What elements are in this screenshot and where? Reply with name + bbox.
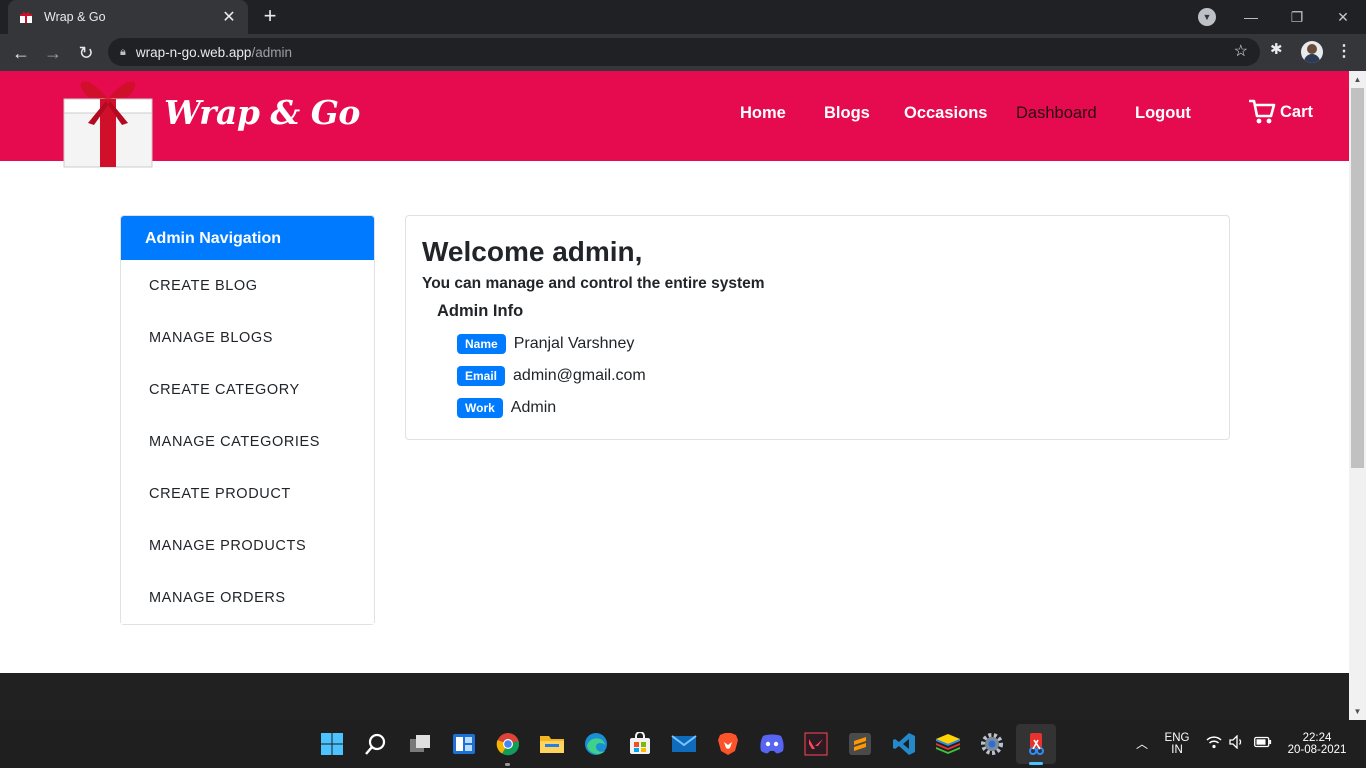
admin-navigation-title: Admin Navigation	[121, 216, 374, 260]
info-row-name: Name Pranjal Varshney	[457, 334, 634, 354]
admin-navigation-panel: Admin Navigation CREATE BLOG MANAGE BLOG…	[120, 215, 375, 625]
active-app-indicator	[1029, 762, 1043, 765]
brand-logo-text[interactable]: Wrap & Go	[164, 93, 360, 132]
windows-start-icon[interactable]	[317, 729, 347, 759]
gift-logo-icon[interactable]	[58, 73, 158, 169]
scroll-down-icon[interactable]: ▼	[1349, 703, 1366, 720]
reload-icon[interactable]: ↻	[73, 40, 99, 66]
bookmark-star-icon[interactable]: ☆	[1234, 41, 1248, 61]
nav-blogs[interactable]: Blogs	[824, 104, 870, 123]
window-controls: — ❐ ✕	[1228, 0, 1366, 34]
welcome-subtitle: You can manage and control the entire sy…	[422, 275, 765, 292]
name-value: Pranjal Varshney	[513, 335, 635, 352]
sidebar-item-manage-orders[interactable]: MANAGE ORDERS	[121, 572, 374, 624]
discord-icon[interactable]	[757, 729, 787, 759]
sidebar-item-manage-products[interactable]: MANAGE PRODUCTS	[121, 520, 374, 572]
cart-icon	[1249, 99, 1276, 124]
lock-icon[interactable]: 🔒︎	[120, 46, 126, 59]
address-bar[interactable]: 🔒︎ wrap-n-go.web.app/admin ☆	[108, 38, 1260, 66]
widgets-icon[interactable]	[449, 729, 479, 759]
cart-link[interactable]: Cart	[1248, 99, 1313, 125]
browser-toolbar: ← → ↻ 🔒︎ wrap-n-go.web.app/admin ☆	[0, 34, 1366, 71]
browser-tab[interactable]: Wrap & Go ✕	[8, 0, 248, 34]
sidebar-item-manage-blogs[interactable]: MANAGE BLOGS	[121, 312, 374, 364]
language-indicator[interactable]: ENG IN	[1162, 720, 1192, 768]
edge-icon[interactable]	[581, 729, 611, 759]
sidebar-item-create-blog[interactable]: CREATE BLOG	[121, 260, 374, 312]
cart-label: Cart	[1280, 102, 1314, 121]
url-path: /admin	[251, 44, 292, 60]
windows-taskbar: ︿ ENG IN 22:24 20-08-2021	[0, 720, 1366, 768]
tab-close-icon[interactable]: ✕	[220, 7, 238, 27]
mail-icon[interactable]	[669, 729, 699, 759]
nav-logout[interactable]: Logout	[1135, 104, 1191, 123]
language-code: ENG	[1164, 732, 1190, 744]
search-icon[interactable]	[361, 729, 391, 759]
welcome-card: Welcome admin, You can manage and contro…	[405, 215, 1230, 440]
extensions-icon[interactable]: ✱	[1270, 40, 1283, 58]
nav-occasions[interactable]: Occasions	[904, 104, 987, 123]
valorant-icon[interactable]	[801, 729, 831, 759]
brave-icon[interactable]	[713, 729, 743, 759]
admin-info-title: Admin Info	[437, 302, 524, 320]
restore-icon[interactable]: ❐	[1274, 9, 1320, 26]
minimize-icon[interactable]: —	[1228, 9, 1274, 25]
language-region: IN	[1171, 744, 1183, 756]
work-value: Admin	[510, 399, 557, 416]
battery-icon[interactable]	[1254, 735, 1272, 751]
clock-date: 20-08-2021	[1287, 744, 1347, 756]
scroll-up-icon[interactable]: ▲	[1349, 71, 1366, 88]
back-icon[interactable]: ←	[8, 40, 34, 66]
menu-icon[interactable]: ⋮	[1336, 41, 1352, 61]
close-window-icon[interactable]: ✕	[1320, 9, 1366, 26]
sidebar-item-create-product[interactable]: CREATE PRODUCT	[121, 468, 374, 520]
gift-favicon-icon	[18, 9, 34, 25]
page-scrollbar[interactable]: ▲ ▼	[1349, 71, 1366, 720]
new-tab-icon[interactable]: +	[258, 5, 282, 29]
settings-icon[interactable]	[977, 729, 1007, 759]
site-footer	[0, 673, 1349, 720]
page-viewport: Wrap & Go Home Blogs Occasions Dashboard…	[0, 71, 1349, 720]
url-host: wrap-n-go.web.app	[135, 44, 252, 60]
bluestacks-icon[interactable]	[933, 729, 963, 759]
profile-avatar[interactable]	[1301, 41, 1323, 63]
task-view-icon[interactable]	[405, 729, 435, 759]
tab-search-icon[interactable]: ▼	[1198, 8, 1216, 26]
sublime-text-icon[interactable]	[845, 729, 875, 759]
chrome-running-indicator	[505, 763, 510, 766]
clock[interactable]: 22:24 20-08-2021	[1284, 720, 1350, 768]
name-badge: Name	[457, 334, 506, 354]
store-icon[interactable]	[625, 729, 655, 759]
email-value: admin@gmail.com	[513, 367, 646, 384]
snipping-tool-icon[interactable]	[1021, 729, 1051, 759]
sidebar-item-manage-categories[interactable]: MANAGE CATEGORIES	[121, 416, 374, 468]
file-explorer-icon[interactable]	[537, 729, 567, 759]
page-title: Welcome admin,	[422, 236, 643, 267]
info-row-work: Work Admin	[457, 398, 556, 418]
email-badge: Email	[457, 366, 506, 386]
tab-title: Wrap & Go	[44, 10, 106, 24]
work-badge: Work	[457, 398, 503, 418]
tray-overflow-chevron-icon[interactable]: ︿	[1136, 735, 1148, 752]
clock-time: 22:24	[1302, 732, 1332, 744]
site-header: Wrap & Go Home Blogs Occasions Dashboard…	[0, 71, 1349, 168]
chrome-icon[interactable]	[493, 729, 523, 759]
sidebar-item-create-category[interactable]: CREATE CATEGORY	[121, 364, 374, 416]
vscode-icon[interactable]	[889, 729, 919, 759]
info-row-email: Email admin@gmail.com	[457, 366, 646, 386]
forward-icon[interactable]: →	[40, 40, 66, 66]
nav-home[interactable]: Home	[740, 104, 786, 123]
wifi-icon[interactable]	[1206, 735, 1222, 752]
browser-tab-bar: Wrap & Go ✕ + ▼ — ❐ ✕	[0, 0, 1366, 34]
volume-icon[interactable]	[1229, 734, 1245, 752]
scroll-thumb[interactable]	[1351, 88, 1364, 468]
nav-dashboard[interactable]: Dashboard	[1016, 104, 1097, 123]
